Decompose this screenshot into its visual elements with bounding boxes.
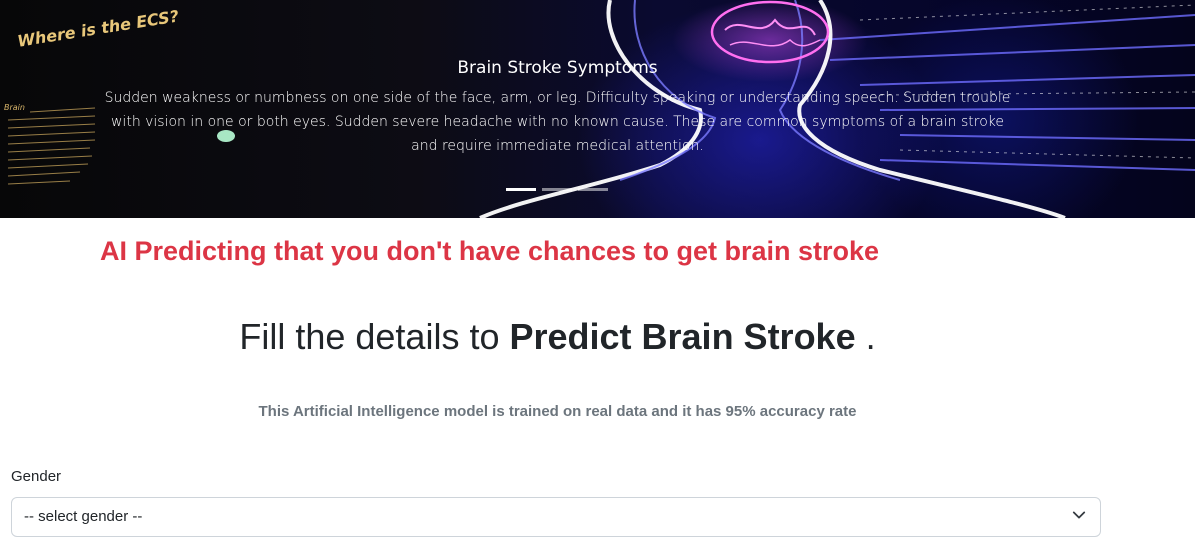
gender-select[interactable]: -- select gender -- [11,497,1101,537]
carousel-indicator-3[interactable] [578,188,608,191]
headline-suffix: . [865,316,876,357]
carousel-indicator-1[interactable] [506,188,536,191]
carousel-indicator-2[interactable] [542,188,572,191]
caption-title: Brain Stroke Symptoms [457,58,658,78]
chevron-down-icon [1072,508,1086,526]
page-subtitle: This Artificial Intelligence model is tr… [258,403,857,420]
page-headline: Fill the details to Predict Brain Stroke… [0,316,1115,358]
caption-body: Sudden weakness or numbness on one side … [104,90,1011,154]
hero-carousel: Where is the ECS? Brain Brain Stroke Sym… [0,0,1195,218]
headline-prefix: Fill the details to [239,316,500,357]
carousel-caption: Brain Stroke Symptoms Sudden weakness or… [100,58,1015,158]
prediction-result: AI Predicting that you don't have chance… [100,236,880,266]
headline-emphasis: Predict Brain Stroke [509,316,856,357]
gender-select-value: -- select gender -- [24,508,143,525]
gender-label: Gender [11,468,62,485]
carousel-indicators [506,188,608,191]
hero-image-label: Brain [4,103,25,112]
